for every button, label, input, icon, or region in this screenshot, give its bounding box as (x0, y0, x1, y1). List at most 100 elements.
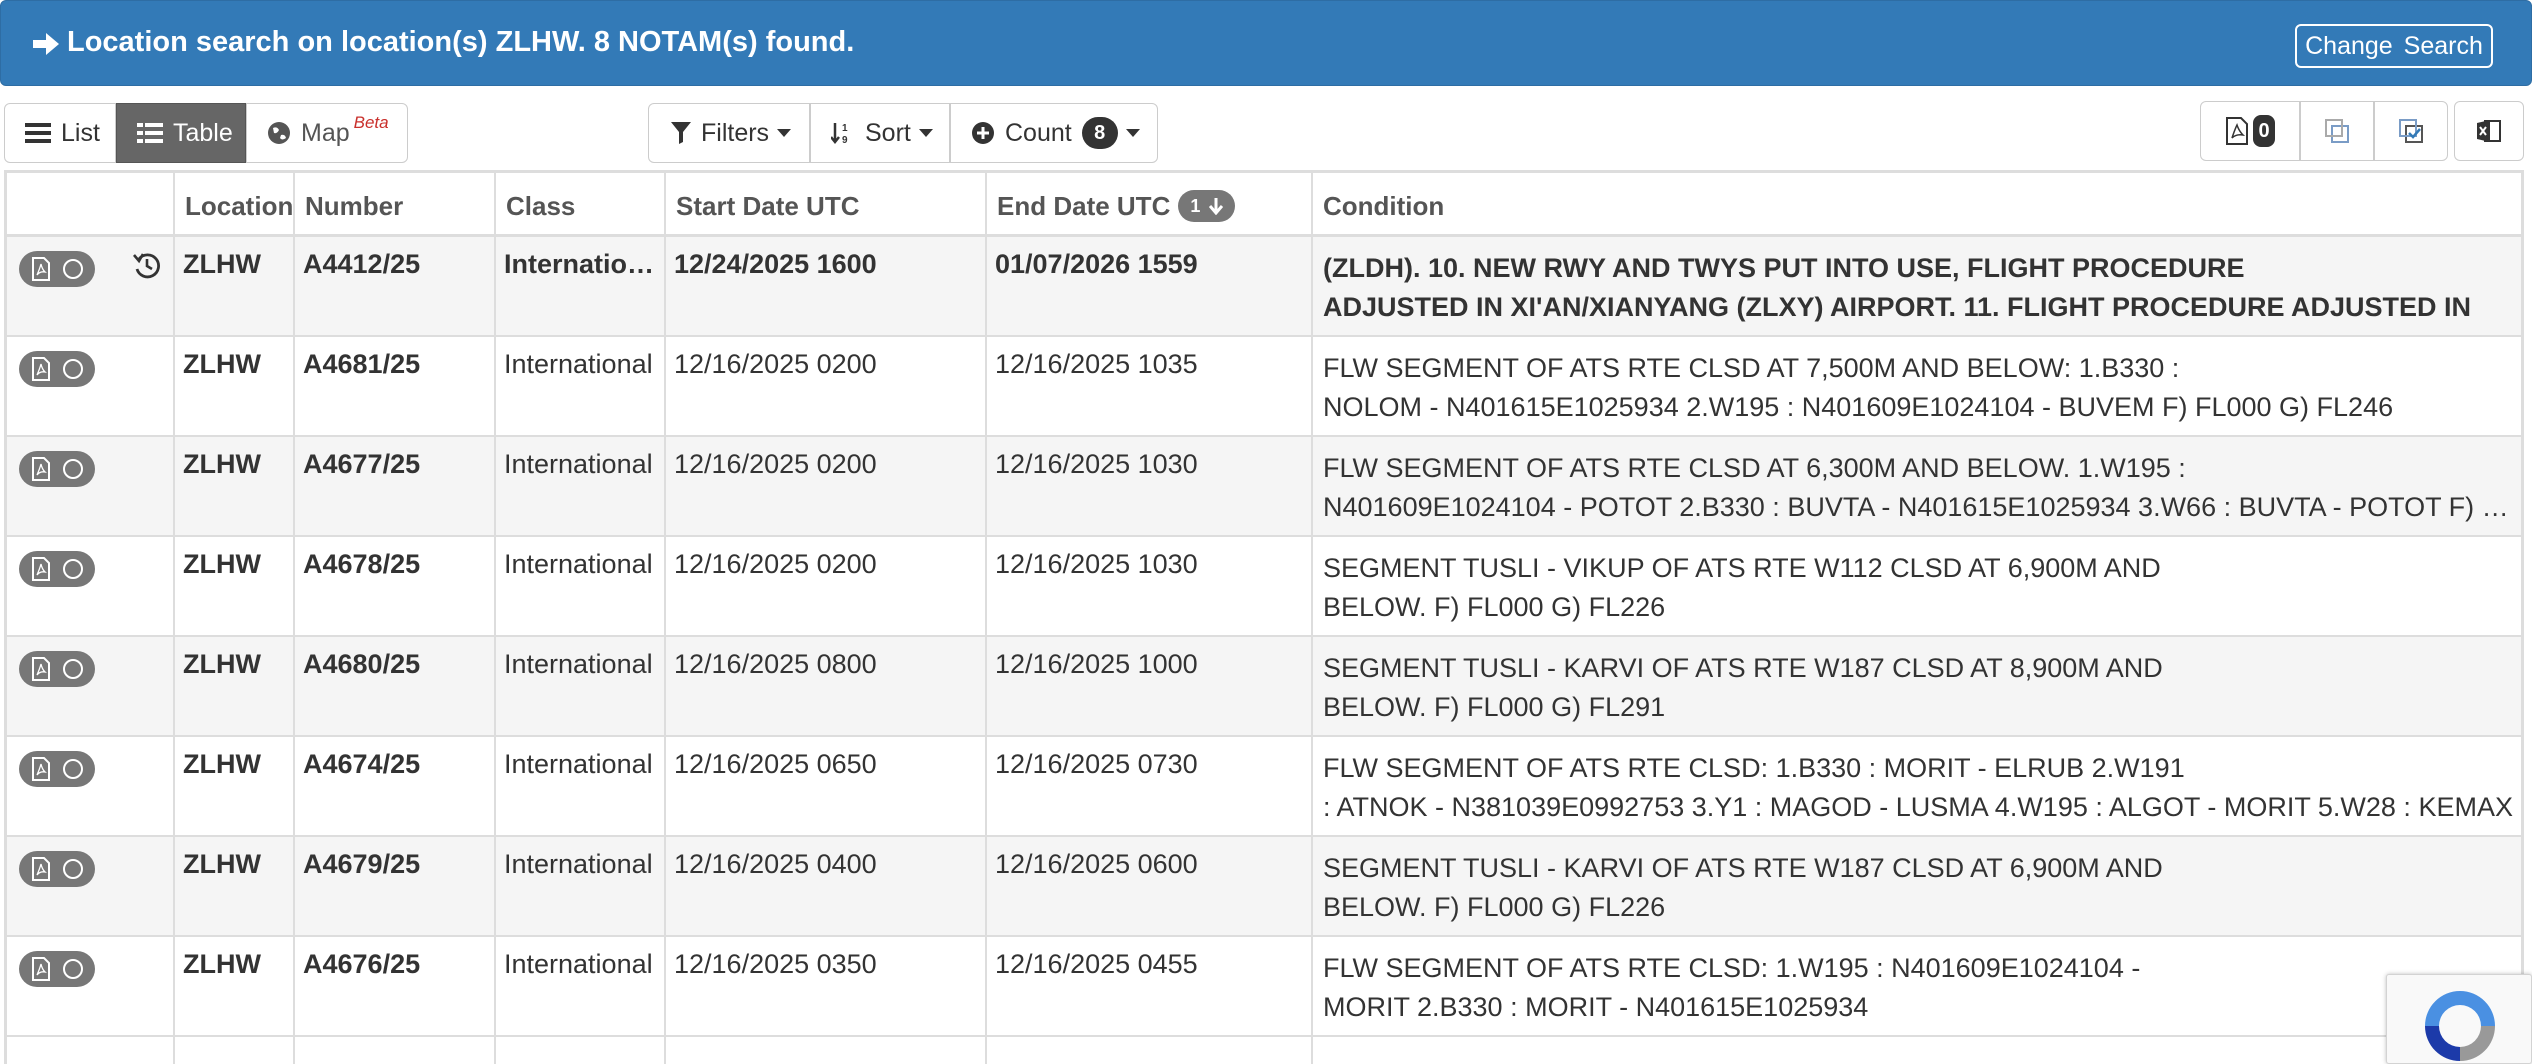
row-actions-pill[interactable] (19, 951, 95, 987)
view-list-button[interactable]: List (4, 103, 116, 163)
pdf-file-icon[interactable] (31, 457, 51, 481)
row-actions-pill[interactable] (19, 251, 95, 287)
table-row[interactable]: ZLHW A4412/25 International 12/24/2025 1600… (7, 237, 2521, 337)
copy-selected-button[interactable] (2374, 101, 2448, 161)
select-circle-icon[interactable] (63, 459, 83, 479)
class-cell: International (504, 349, 653, 379)
column-header-location[interactable]: Location (175, 173, 293, 237)
chevron-down-icon (777, 129, 792, 137)
table-row[interactable]: ZLHW A4676/25 International 12/16/2025 0350… (7, 937, 2521, 1037)
view-table-button[interactable]: Table (116, 103, 246, 163)
results-banner: Location search on location(s) ZLHW. 8 N… (0, 0, 2532, 86)
class-cell: International (504, 849, 653, 879)
row-actions-pill[interactable] (19, 551, 95, 587)
end-date-cell: 12/16/2025 1035 (995, 349, 1198, 379)
pdf-file-icon[interactable] (31, 257, 51, 281)
column-header-end-date[interactable]: End Date UTC 1 (987, 173, 1236, 237)
number-cell: A4412/25 (303, 249, 421, 279)
column-divider (293, 173, 295, 1064)
select-circle-icon[interactable] (63, 759, 83, 779)
column-divider (985, 173, 987, 1064)
table-row[interactable]: ZLHW A4681/25 International 12/16/2025 0200… (7, 337, 2521, 437)
filter-icon (671, 122, 691, 144)
pdf-file-icon[interactable] (31, 357, 51, 381)
row-actions-pill[interactable] (19, 851, 95, 887)
condition-cell: (ZLDH). 10. NEW RWY AND TWYS PUT INTO US… (1313, 249, 2521, 327)
select-circle-icon[interactable] (63, 259, 83, 279)
table-row[interactable]: ZLHW A4678/25 International 12/16/2025 0200… (7, 537, 2521, 637)
sort-icon: 19 (831, 123, 848, 145)
column-header-condition[interactable]: Condition (1313, 173, 1444, 237)
pdf-file-icon[interactable] (31, 857, 51, 881)
column-header-number[interactable]: Number (295, 173, 403, 237)
condition-line: ADJUSTED IN XI'AN/XIANYANG (ZLXY) AIRPOR… (1323, 292, 2472, 322)
banner-text: Location search on location(s) ZLHW. 8 N… (67, 26, 855, 58)
number-cell: A4676/25 (303, 949, 421, 979)
view-map-label: Map (301, 118, 350, 147)
end-date-cell: 12/16/2025 1030 (995, 549, 1198, 579)
condition-line: (ZLDH). 10. NEW RWY AND TWYS PUT INTO US… (1323, 253, 2245, 283)
select-circle-icon[interactable] (63, 359, 83, 379)
class-cell: International (504, 649, 653, 679)
sort-label: Sort (865, 118, 911, 147)
condition-cell: FLW SEGMENT OF ATS RTE CLSD: 1.B330 : MO… (1313, 749, 2521, 827)
start-date-cell: 12/16/2025 0200 (674, 449, 877, 479)
condition-line: BELOW. F) FL000 G) FL226 (1323, 892, 1666, 922)
table-row[interactable]: ZLHW A4674/25 International 12/16/2025 0650… (7, 737, 2521, 837)
location-cell: ZLHW (183, 649, 261, 679)
number-cell: A4677/25 (303, 449, 421, 479)
column-header-class[interactable]: Class (496, 173, 575, 237)
condition-line: SEGMENT TUSLI - VIKUP OF ATS RTE W112 CL… (1323, 553, 2161, 583)
pdf-file-icon[interactable] (31, 957, 51, 981)
change-search-button[interactable]: Change Search (2295, 24, 2493, 68)
history-icon[interactable] (131, 249, 163, 281)
row-actions-pill[interactable] (19, 351, 95, 387)
row-actions-pill[interactable] (19, 651, 95, 687)
sort-dropdown[interactable]: 19 Sort (810, 103, 950, 163)
end-date-label: End Date UTC (997, 191, 1171, 221)
pdf-file-icon[interactable] (31, 557, 51, 581)
column-header-start-date[interactable]: Start Date UTC (666, 173, 859, 237)
pdf-file-icon[interactable] (31, 757, 51, 781)
notam-table: Location Number Class Start Date UTC End… (4, 170, 2524, 1064)
pdf-export-button[interactable]: 0 (2200, 101, 2300, 161)
chevron-down-icon (1125, 129, 1140, 137)
svg-text:1: 1 (842, 123, 848, 134)
pdf-file-icon[interactable] (31, 657, 51, 681)
start-date-cell: 12/16/2025 0200 (674, 549, 877, 579)
filters-label: Filters (701, 118, 770, 147)
location-cell: ZLHW (183, 949, 261, 979)
class-cell: International (504, 549, 653, 579)
end-date-cell: 12/16/2025 1000 (995, 649, 1198, 679)
sort-order-number: 1 (1190, 196, 1201, 217)
chevron-down-icon (918, 129, 933, 137)
class-cell: International (504, 749, 653, 779)
row-actions-pill[interactable] (19, 451, 95, 487)
table-row[interactable]: ZLHW A4679/25 International 12/16/2025 0400… (7, 837, 2521, 937)
recaptcha-badge[interactable] (2386, 974, 2532, 1064)
table-icon (137, 123, 163, 143)
select-circle-icon[interactable] (63, 559, 83, 579)
count-dropdown[interactable]: Count 8 (950, 103, 1158, 163)
filters-dropdown[interactable]: Filters (648, 103, 810, 163)
select-circle-icon[interactable] (63, 859, 83, 879)
condition-cell: SEGMENT TUSLI - KARVI OF ATS RTE W187 CL… (1313, 849, 2521, 927)
class-cell: International (504, 449, 653, 479)
start-date-cell: 12/16/2025 0400 (674, 849, 877, 879)
table-row[interactable]: ZLHW A4680/25 International 12/16/2025 0800… (7, 637, 2521, 737)
count-badge: 8 (1081, 117, 1118, 149)
condition-line: NOLOM - N401615E1025934 2.W195 : N401609… (1323, 392, 2394, 422)
class-cell: International (504, 249, 664, 279)
column-divider (664, 173, 666, 1064)
select-circle-icon[interactable] (63, 959, 83, 979)
excel-export-button[interactable] (2454, 101, 2524, 161)
view-map-button[interactable]: Map Beta (246, 103, 408, 163)
recaptcha-icon (2425, 991, 2495, 1061)
select-circle-icon[interactable] (63, 659, 83, 679)
table-row[interactable]: ZLHW A4677/25 International 12/16/2025 0200… (7, 437, 2521, 537)
copy-button[interactable] (2300, 101, 2374, 161)
condition-line: : ATNOK - N381039E0992753 3.Y1 : MAGOD -… (1323, 792, 2513, 822)
end-date-cell: 12/16/2025 0455 (995, 949, 1198, 979)
pdf-file-icon (2226, 117, 2249, 145)
row-actions-pill[interactable] (19, 751, 95, 787)
